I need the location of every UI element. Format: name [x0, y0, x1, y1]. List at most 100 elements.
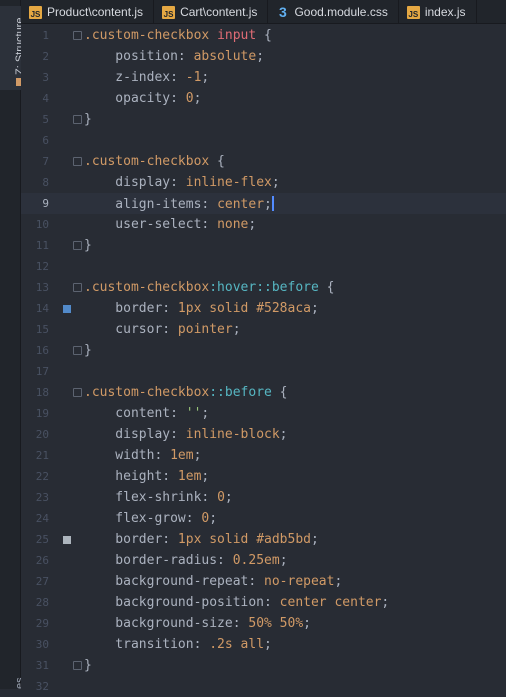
code-token: }: [84, 112, 92, 127]
gutter-marker-slot: [53, 487, 72, 508]
code-text: flex-shrink: 0;: [72, 490, 232, 505]
code-line[interactable]: 22 height: 1em;: [21, 466, 506, 487]
code-line[interactable]: 14 border: 1px solid #528aca;: [21, 298, 506, 319]
code-line[interactable]: 21 width: 1em;: [21, 445, 506, 466]
fold-open-icon[interactable]: [73, 157, 82, 166]
code-line[interactable]: 4 opacity: 0;: [21, 88, 506, 109]
code-token: {: [318, 280, 335, 295]
js-file-icon: JS: [162, 5, 176, 19]
line-number: 30: [35, 638, 49, 651]
code-line[interactable]: 17: [21, 361, 506, 382]
code-text: height: 1em;: [72, 469, 209, 484]
code-line[interactable]: 25 border: 1px solid #adb5bd;: [21, 529, 506, 550]
fold-open-icon[interactable]: [73, 283, 82, 292]
code-line[interactable]: 9 align-items: center;: [21, 193, 506, 214]
editor-tab[interactable]: JS Product\content.js: [21, 0, 155, 23]
fold-close-icon[interactable]: [73, 241, 82, 250]
code-token: cursor:: [84, 322, 178, 337]
code-token: 1px: [177, 532, 210, 547]
code-line[interactable]: 13 .custom-checkbox:hover::before {: [21, 277, 506, 298]
code-line[interactable]: 2 position: absolute;: [21, 46, 506, 67]
code-token: background-position:: [84, 595, 280, 610]
css-file-icon: 3: [279, 4, 287, 20]
code-token: none: [217, 217, 249, 232]
editor-tab-label: Cart\content.js: [180, 5, 258, 19]
gutter-marker-slot: [53, 403, 72, 424]
line-number: 28: [35, 596, 49, 609]
code-line[interactable]: 30 transition: .2s all;: [21, 634, 506, 655]
code-line[interactable]: 10 user-select: none;: [21, 214, 506, 235]
fold-open-icon[interactable]: [73, 31, 82, 40]
gutter-marker-slot: [53, 25, 72, 46]
code-text: opacity: 0;: [72, 91, 201, 106]
code-token: ::before: [209, 385, 272, 400]
code-line[interactable]: 5}: [21, 109, 506, 130]
code-line[interactable]: 11}: [21, 235, 506, 256]
editor-tab[interactable]: JS Cart\content.js: [154, 0, 269, 23]
code-line[interactable]: 26 border-radius: 0.25em;: [21, 550, 506, 571]
line-number: 25: [35, 533, 49, 546]
fold-close-icon[interactable]: [73, 346, 82, 355]
line-number: 15: [35, 323, 49, 336]
line-number: 27: [35, 575, 49, 588]
code-line[interactable]: 24 flex-grow: 0;: [21, 508, 506, 529]
left-tool-strip: Z: Structure es: [0, 0, 26, 689]
code-line[interactable]: 23 flex-shrink: 0;: [21, 487, 506, 508]
code-editor[interactable]: 1 .custom-checkbox input {2 position: abs…: [21, 24, 506, 693]
gutter-marker-slot: [53, 172, 72, 193]
code-line[interactable]: 15 cursor: pointer;: [21, 319, 506, 340]
color-swatch-icon[interactable]: [63, 305, 71, 313]
line-number: 11: [35, 239, 49, 252]
code-token: :hover::before: [209, 280, 319, 295]
code-line[interactable]: 20 display: inline-block;: [21, 424, 506, 445]
line-number: 17: [35, 365, 49, 378]
fold-open-icon[interactable]: [73, 388, 82, 397]
code-token: ;: [209, 511, 218, 526]
code-line[interactable]: 3 z-index: -1;: [21, 67, 506, 88]
gutter-marker-slot: [53, 382, 72, 403]
code-line[interactable]: 28 background-position: center center;: [21, 592, 506, 613]
code-line[interactable]: 32: [21, 676, 506, 697]
gutter-marker-slot: [53, 634, 72, 655]
line-number: 2: [42, 50, 49, 63]
code-line[interactable]: 7 .custom-checkbox {: [21, 151, 506, 172]
fold-close-icon[interactable]: [73, 661, 82, 670]
editor-tab[interactable]: JS index.js: [399, 0, 477, 23]
code-line[interactable]: 12: [21, 256, 506, 277]
gutter-marker-slot: [53, 550, 72, 571]
code-line[interactable]: 16}: [21, 340, 506, 361]
color-swatch-icon[interactable]: [63, 536, 71, 544]
code-line[interactable]: 8 display: inline-flex;: [21, 172, 506, 193]
code-token: #528aca: [256, 301, 311, 316]
code-token: .custom-checkbox: [84, 28, 218, 43]
gutter-marker-slot: [53, 277, 72, 298]
gutter-marker-slot: [53, 655, 72, 676]
fold-close-icon[interactable]: [73, 115, 82, 124]
code-line[interactable]: 19 content: '';: [21, 403, 506, 424]
gutter-marker-slot: [53, 445, 72, 466]
code-line[interactable]: 18 .custom-checkbox::before {: [21, 382, 506, 403]
code-token: border-radius:: [84, 553, 233, 568]
code-line[interactable]: 27 background-repeat: no-repeat;: [21, 571, 506, 592]
gutter-marker-slot: [53, 46, 72, 67]
code-text: background-position: center center;: [72, 595, 389, 610]
code-line[interactable]: 1 .custom-checkbox input {: [21, 25, 506, 46]
gutter-marker-slot: [53, 214, 72, 235]
code-line[interactable]: 6: [21, 130, 506, 151]
code-token: {: [209, 154, 225, 169]
code-text: display: inline-block;: [72, 427, 287, 442]
code-token: 0: [185, 91, 194, 106]
code-token: absolute: [193, 49, 257, 64]
code-text: width: 1em;: [72, 448, 201, 463]
code-token: ;: [334, 574, 343, 589]
code-token: ;: [303, 616, 311, 631]
code-text: background-size: 50% 50%;: [72, 616, 311, 631]
code-token: input: [217, 28, 257, 43]
code-token: solid: [209, 301, 257, 316]
code-line[interactable]: 29 background-size: 50% 50%;: [21, 613, 506, 634]
editor-tab[interactable]: 3 Good.module.css: [268, 0, 399, 23]
line-number: 29: [35, 617, 49, 630]
code-line[interactable]: 31}: [21, 655, 506, 676]
gutter-marker-slot: [53, 424, 72, 445]
code-token: ;: [193, 448, 202, 463]
